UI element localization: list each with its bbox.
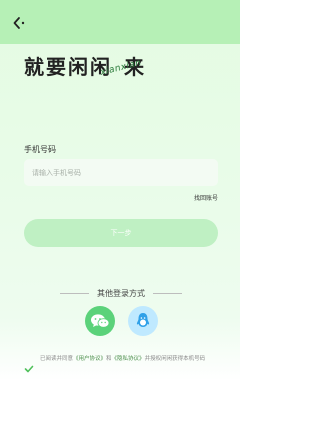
- back-arrow-icon[interactable]: [12, 15, 28, 31]
- agreement-suffix: 并授权闲闲获得本机号码: [144, 356, 206, 362]
- slogan-part1: 就要闲闲: [24, 55, 112, 79]
- phone-label: 手机号码: [24, 145, 56, 154]
- user-agreement-link[interactable]: 《用户协议》: [73, 356, 106, 362]
- qq-icon: [136, 313, 150, 327]
- find-account-link[interactable]: 找回账号: [194, 193, 218, 202]
- wechat-icon: [91, 314, 110, 328]
- other-login-divider: 其他登录方式: [60, 287, 182, 299]
- top-bar: [0, 0, 240, 44]
- hero-slogan: 就要闲闲来 xianxian: [24, 51, 214, 89]
- login-screen: 就要闲闲来 xianxian 手机号码 找回账号 下一步 其他登录方式: [0, 0, 240, 423]
- agreement-checkbox[interactable]: [24, 359, 34, 373]
- agreement-prefix: 已阅读并同意: [40, 356, 74, 362]
- agreement-text: 已阅读并同意《用户协议》和《隐私协议》并授权闲闲获得本机号码: [40, 355, 220, 363]
- checkmark-icon: [24, 365, 34, 373]
- next-button[interactable]: 下一步: [24, 219, 218, 247]
- privacy-policy-link[interactable]: 《隐私协议》: [112, 356, 145, 362]
- other-login-title: 其他登录方式: [97, 288, 145, 298]
- phone-input[interactable]: [24, 159, 218, 186]
- divider-line-right: [153, 292, 182, 294]
- qq-login-button[interactable]: [128, 306, 158, 336]
- wechat-login-button[interactable]: [85, 306, 115, 336]
- divider-line-left: [60, 292, 89, 294]
